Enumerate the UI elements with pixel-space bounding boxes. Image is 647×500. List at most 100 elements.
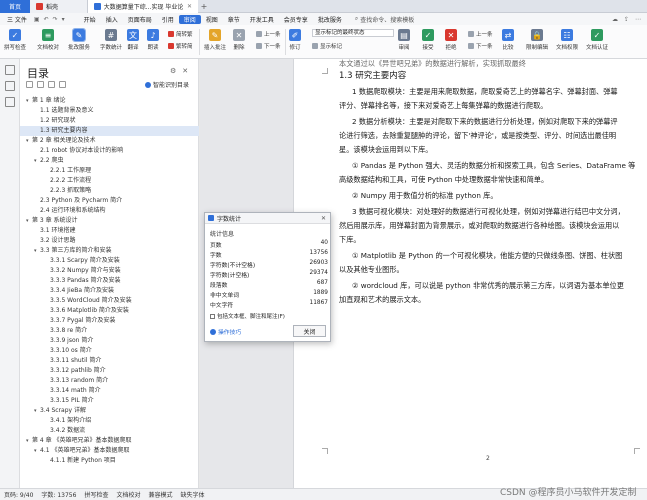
toc-item[interactable]: 2.4 运行环境和系统结构 [20,206,199,216]
toc-item[interactable]: 3.3.7 Pygal 简介及安装 [20,316,199,326]
delete-comment-button[interactable]: ✕ 删除 [233,29,245,51]
toc-item[interactable]: 3.4.1 架构介绍 [20,416,199,426]
toc-item[interactable]: 3.2 设计思路 [20,236,199,246]
more-icon[interactable]: ▾ [60,16,67,23]
expand-all-icon[interactable] [26,81,33,88]
nav-settings-icon[interactable]: ⚙ [170,67,176,75]
review-pane-button[interactable]: ▤ 审阅 [398,29,410,51]
toc-item[interactable]: 1.3 研究主要内容 [20,126,199,136]
toc-item[interactable]: 1.2 研究现状 [20,116,199,126]
toc-item[interactable]: 3.3.2 Numpy 简介与安装 [20,266,199,276]
doc-check-button[interactable]: ≡ 文档校对 [37,29,59,51]
close-button[interactable]: 关闭 [293,325,326,337]
toc-item[interactable]: 3.3.8 re 简介 [20,326,199,336]
missing-font-indicator[interactable]: 缺失字体 [180,490,204,499]
toc-item[interactable]: 3.3.4 JieBa 简介及安装 [20,286,199,296]
toc-item[interactable]: 1.1 选题背景及意义 [20,106,199,116]
tips-link[interactable]: 操作技巧 [210,327,241,336]
cloud-icon[interactable]: ☁ [612,16,618,23]
collapse-all-icon[interactable] [37,81,44,88]
simp-trad-button[interactable]: 简转繁 [168,30,193,38]
toc-item[interactable]: 3.3.3 Pandas 简介及安装 [20,276,199,286]
new-tab-button[interactable]: + [198,2,210,11]
redo-icon[interactable]: ↷ [51,16,60,23]
save-icon[interactable]: ▣ [32,16,42,23]
doc-rights-button[interactable]: ☷ 文档权限 [556,29,578,51]
menu-view[interactable]: 视图 [201,13,223,25]
prev-comment-button[interactable]: 上一条 [256,30,281,38]
toc-item[interactable]: 2.2.1 工作原理 [20,166,199,176]
toc-item[interactable]: 2.3 Python 及 Pycharm 简介 [20,196,199,206]
toc-item[interactable]: 3.3.9 json 简介 [20,336,199,346]
next-change-button[interactable]: 下一条 [468,42,493,50]
remove-heading-icon[interactable] [59,81,66,88]
menu-member[interactable]: 会员专享 [279,13,313,25]
toc-item[interactable]: 3.3.10 os 简介 [20,346,199,356]
accept-button[interactable]: ✓ 接受 [422,29,434,51]
close-tab-icon[interactable]: ✕ [187,3,192,10]
menu-review[interactable]: 审阅 [178,14,201,24]
read-aloud-button[interactable]: ♪ 朗读 [147,29,159,51]
next-comment-button[interactable]: 下一条 [256,42,281,50]
toc-item[interactable]: ▾ 3.4 Scrapy 详解 [20,406,199,416]
markup-state-select[interactable]: 显示标记的最终状态 [312,29,394,37]
menu-start[interactable]: 开始 [79,13,101,25]
toc-item[interactable]: 3.3.15 PIL 简介 [20,396,199,406]
add-heading-icon[interactable] [48,81,55,88]
trad-simp-button[interactable]: 繁转简 [168,42,193,50]
word-count-indicator[interactable]: 字数: 13756 [41,490,76,499]
restrict-edit-button[interactable]: 🔒 限制编辑 [526,29,548,51]
menu-reference[interactable]: 引用 [157,13,179,25]
more-options-icon[interactable]: ⋯ [635,16,641,23]
prev-change-button[interactable]: 上一条 [468,30,493,38]
bookmark-panel-icon[interactable] [4,81,15,91]
show-markup-button[interactable]: 显示标记 [312,42,342,50]
undo-icon[interactable]: ↶ [42,16,51,23]
toc-item[interactable]: 3.3.6 Matplotlib 简介及安装 [20,306,199,316]
track-changes-button[interactable]: ✐ 修订 [289,29,301,51]
translate-button[interactable]: 文 翻译 [127,29,139,51]
toc-item[interactable]: 2.2.2 工作流程 [20,176,199,186]
word-count-button[interactable]: # 字数统计 [100,29,122,51]
review-service-button[interactable]: ✎ 批改服务 [68,28,90,51]
toc-item[interactable]: 3.3.13 random 简介 [20,376,199,386]
menu-file[interactable]: 三 文件 [2,13,32,25]
dialog-close-icon[interactable]: ✕ [321,215,330,222]
toc-item[interactable]: 3.3.5 WordCloud 简介及安装 [20,296,199,306]
toc-item[interactable]: 3.3.11 shutil 简介 [20,356,199,366]
toc-item[interactable]: 3.4.2 数据流 [20,426,199,436]
toc-item[interactable]: 4.1.1 新建 Python 项目 [20,456,199,466]
menu-chapter[interactable]: 章节 [223,13,245,25]
toc-item[interactable]: 3.3.12 pathlib 简介 [20,366,199,376]
reject-button[interactable]: ✕ 拒绝 [445,29,457,51]
command-search[interactable]: ⌕ 查找命令、搜索模板 [355,15,414,24]
page-indicator[interactable]: 页码: 9/40 [4,490,33,499]
toc-item[interactable]: ▾ 第 4 章 《英雄吧兄弟》基本数据爬取 [20,436,199,446]
toc-item[interactable]: 3.1 环境搭建 [20,226,199,236]
spellcheck-button[interactable]: ✓ 拼写检查 [4,29,26,51]
toc-item[interactable]: 2.1 robot 协议对本设计的影响 [20,146,199,156]
insert-comment-button[interactable]: ✎ 插入批注 [204,29,226,51]
toc-item[interactable]: 3.3.1 Scarpy 简介及安装 [20,256,199,266]
checkbox-box[interactable] [210,313,215,319]
include-textbox-checkbox[interactable]: 包括文本框、脚注和尾注(F) [210,312,285,320]
tab-home[interactable]: 首页 [0,0,30,13]
smart-toc-button[interactable]: 智能识别目录 [145,80,189,89]
menu-insert[interactable]: 插入 [101,13,123,25]
menu-layout[interactable]: 页面布局 [123,13,157,25]
menu-correction[interactable]: 批改服务 [313,13,347,25]
toc-item[interactable]: ▾ 3.3 第三方库的简介和安装 [20,246,199,256]
toc-item[interactable]: 3.3.14 math 简介 [20,386,199,396]
menu-dev-tools[interactable]: 开发工具 [245,13,279,25]
share-icon[interactable]: ⇪ [624,16,629,23]
spellcheck-indicator[interactable]: 拼写检查 [84,490,108,499]
nav-close-icon[interactable]: ✕ [182,67,188,75]
doc-verify-button[interactable]: ✓ 文档认证 [586,29,608,51]
thumbnail-panel-icon[interactable] [4,97,15,107]
toc-panel-icon[interactable] [4,65,15,75]
toc-item[interactable]: ▾ 2.2 爬虫 [20,156,199,166]
proof-indicator[interactable]: 文档校对 [116,490,140,499]
toc-item[interactable]: ▾ 第 2 章 相关理论及技术 [20,136,199,146]
compare-button[interactable]: ⇄ 比较 [502,29,514,51]
toc-item[interactable]: ▾ 第 1 章 绪论 [20,96,199,106]
